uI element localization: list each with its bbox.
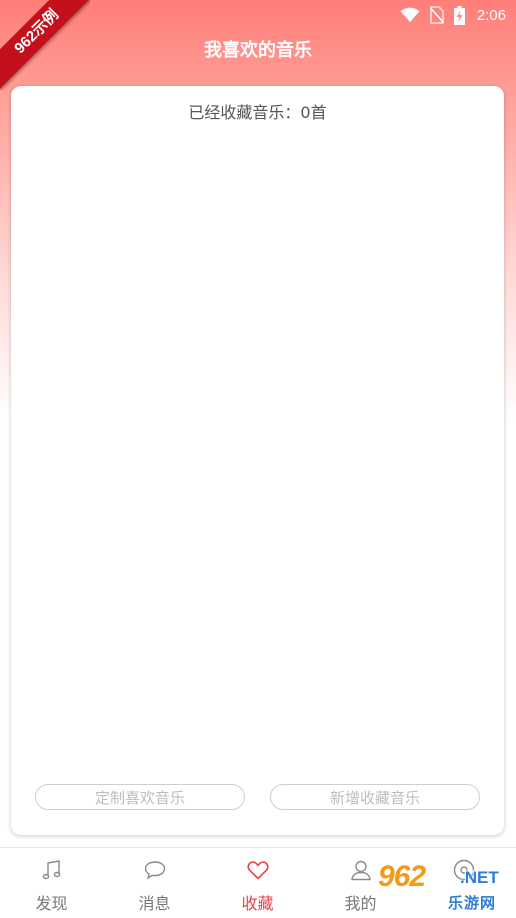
battery-charging-icon: [453, 5, 465, 25]
tab-label: 发现: [35, 894, 68, 913]
watermark-main: 962: [378, 860, 426, 893]
chat-bubble-icon: [144, 861, 165, 880]
tab-label: 消息: [138, 894, 171, 913]
watermark-logo: 962 .NET 乐游网: [378, 862, 514, 914]
watermark-net: .NET: [460, 868, 499, 887]
tab-messages[interactable]: 消息: [103, 848, 206, 918]
music-note-icon: [42, 860, 60, 880]
no-sim-icon: [429, 6, 444, 24]
wifi-icon: [400, 7, 420, 22]
tab-favorites[interactable]: 收藏: [206, 848, 309, 918]
page-title: 我喜欢的音乐: [204, 40, 312, 61]
watermark-sub: 乐游网: [448, 894, 497, 912]
tab-label: 收藏: [241, 894, 274, 913]
customize-favorites-button[interactable]: 定制喜欢音乐: [35, 784, 245, 810]
add-favorite-button[interactable]: 新增收藏音乐: [270, 784, 480, 810]
heart-icon: [246, 861, 269, 880]
status-time: 2:06: [476, 6, 506, 24]
favorites-count: 已经收藏音乐：0首: [188, 103, 327, 122]
favorites-card: 已经收藏音乐：0首 定制喜欢音乐 新增收藏音乐: [11, 86, 504, 835]
user-icon: [350, 860, 371, 881]
tab-discover[interactable]: 发现: [0, 848, 103, 918]
